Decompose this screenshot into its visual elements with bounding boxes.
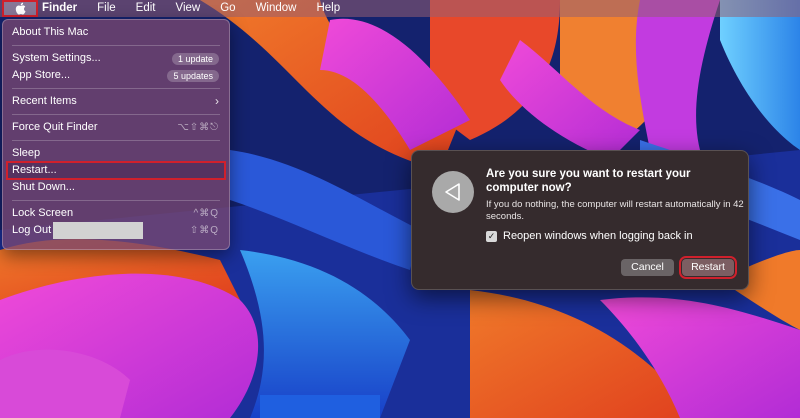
dialog-message: If you do nothing, the computer will res… (486, 199, 744, 222)
reopen-windows-checkbox-row[interactable]: ✓ Reopen windows when logging back in (486, 230, 693, 242)
menu-item-force-quit[interactable]: Force Quit Finder ⌥⇧⌘⎋ (3, 119, 229, 136)
menu-item-restart[interactable]: Restart... (6, 161, 226, 180)
menu-file[interactable]: File (87, 0, 126, 17)
redacted-username (53, 222, 143, 239)
menu-item-lock-screen[interactable]: Lock Screen ^⌘Q (3, 205, 229, 222)
menu-item-label: Shut Down... (12, 181, 75, 193)
menu-item-recent-items[interactable]: Recent Items › (3, 93, 229, 110)
keyboard-shortcut: ⇧⌘Q (189, 225, 219, 236)
menu-item-app-store[interactable]: App Store... 5 updates (3, 67, 229, 84)
keyboard-shortcut: ^⌘Q (193, 208, 219, 219)
menu-item-label: Lock Screen (12, 207, 74, 219)
menu-item-system-settings[interactable]: System Settings... 1 update (3, 50, 229, 67)
keyboard-shortcut: ⌥⇧⌘⎋ (177, 122, 219, 133)
menu-help[interactable]: Help (306, 0, 350, 17)
menu-item-label: Recent Items (12, 95, 77, 107)
menu-finder[interactable]: Finder (38, 0, 87, 17)
menu-go[interactable]: Go (210, 0, 245, 17)
reopen-windows-checkbox[interactable]: ✓ (486, 230, 497, 242)
menu-item-label: Restart... (12, 164, 57, 176)
restart-dialog: Are you sure you want to restart your co… (411, 150, 749, 290)
menu-bar: Finder File Edit View Go Window Help (0, 0, 800, 17)
menu-window[interactable]: Window (246, 0, 307, 17)
menu-item-label: App Store... (12, 69, 71, 81)
menu-separator (12, 200, 220, 201)
menu-item-sleep[interactable]: Sleep (3, 145, 229, 162)
apple-menu-dropdown: About This Mac System Settings... 1 upda… (2, 19, 230, 250)
menu-item-about[interactable]: About This Mac (3, 24, 229, 41)
chevron-right-icon: › (215, 94, 219, 108)
dialog-title: Are you sure you want to restart your co… (486, 168, 691, 194)
update-badge: 1 update (171, 52, 219, 65)
menu-view[interactable]: View (166, 0, 211, 17)
menu-item-shut-down[interactable]: Shut Down... (3, 179, 229, 196)
menu-item-label: System Settings... (12, 52, 101, 64)
menu-separator (12, 114, 220, 115)
menu-item-label: About This Mac (12, 26, 89, 38)
restart-triangle-icon (432, 171, 474, 213)
menu-separator (12, 45, 220, 46)
triangle-left-icon (445, 183, 460, 201)
menu-item-log-out[interactable]: Log Out ⇧⌘Q (3, 222, 229, 239)
menu-item-label: Sleep (12, 147, 41, 159)
menu-separator (12, 140, 220, 141)
menu-edit[interactable]: Edit (126, 0, 166, 17)
apple-menu-button[interactable] (2, 0, 38, 17)
apple-logo-icon (15, 2, 26, 15)
restart-button[interactable]: Restart (679, 256, 737, 279)
menu-item-label: Force Quit Finder (12, 121, 98, 133)
update-badge: 5 updates (167, 69, 219, 82)
menu-item-label: Log Out (12, 224, 52, 236)
cancel-button[interactable]: Cancel (621, 259, 674, 276)
menu-separator (12, 88, 220, 89)
checkbox-label: Reopen windows when logging back in (503, 230, 693, 242)
